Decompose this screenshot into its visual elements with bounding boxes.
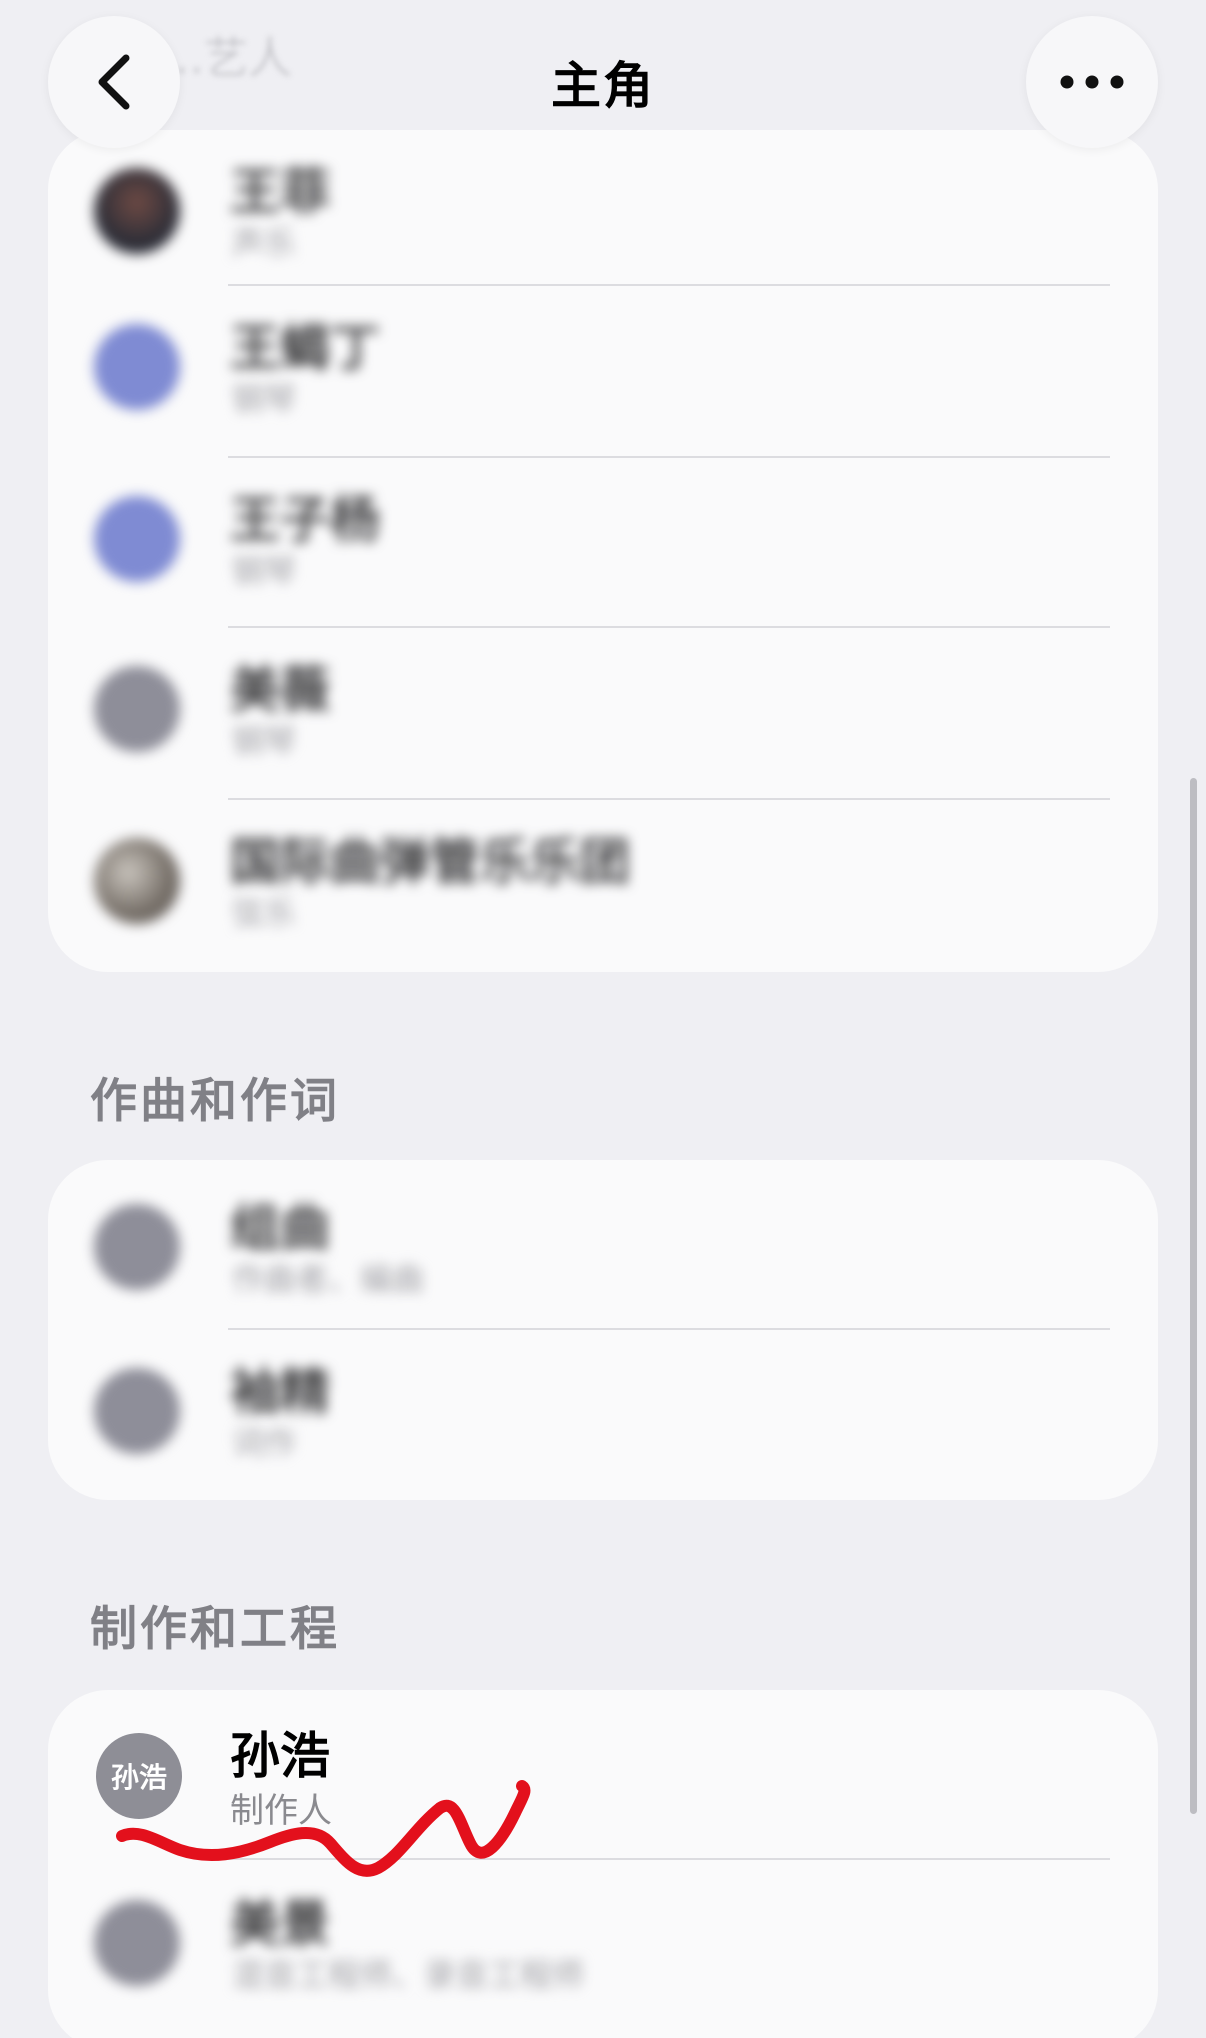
list-item[interactable]: 组曲 作曲者、编曲	[48, 1160, 1158, 1328]
artist-role: 钢琴	[232, 552, 297, 590]
section-header: 制作和工程	[90, 1602, 340, 1657]
artist-name: 美薇	[230, 661, 330, 719]
list-item[interactable]: 王子杨 钢琴	[48, 458, 1158, 628]
artist-role: 混音工程师、录音工程师	[232, 1956, 585, 1994]
artist-role: 钢琴	[232, 722, 297, 760]
list-item[interactable]: 王蝎丁 钢琴	[48, 286, 1158, 456]
avatar	[94, 1900, 180, 1986]
scrollbar[interactable]	[1190, 778, 1197, 1814]
artist-name: 王子杨	[230, 491, 380, 549]
ellipsis-icon	[1060, 75, 1124, 89]
artist-name: 美景	[230, 1895, 330, 1953]
artist-role: 弦乐	[232, 894, 297, 932]
red-scribble-annotation	[116, 1780, 531, 1877]
artist-name: 袖精	[230, 1363, 330, 1421]
artist-name: 组曲	[230, 1199, 330, 1257]
list-item[interactable]: 王菲 声乐	[48, 130, 1158, 284]
list-item[interactable]: 美薇 钢琴	[48, 628, 1158, 798]
artist-name: 国际曲弹管乐乐团	[230, 833, 630, 891]
avatar	[94, 496, 180, 582]
composers-card: 组曲 作曲者、编曲 袖精 词作	[48, 1160, 1158, 1500]
avatar	[94, 168, 180, 254]
avatar	[94, 1204, 180, 1290]
artist-role: 词作	[232, 1424, 297, 1462]
artist-role: 声乐	[232, 224, 297, 262]
avatar	[94, 666, 180, 752]
avatar	[94, 324, 180, 410]
avatar	[94, 1368, 180, 1454]
artist-name: 王菲	[230, 163, 330, 221]
list-item[interactable]: 袖精 词作	[48, 1330, 1158, 1500]
artist-role: 作曲者、编曲	[232, 1260, 425, 1298]
section-header: 作曲和作词	[90, 1074, 340, 1129]
list-item[interactable]: 国际曲弹管乐乐团 弦乐	[48, 800, 1158, 972]
performers-card: 王菲 声乐 王蝎丁 钢琴 王子杨 钢琴 美薇 钢琴 国际曲弹管乐乐团 弦乐	[48, 130, 1158, 972]
more-button[interactable]	[1026, 16, 1158, 148]
artist-role: 钢琴	[232, 380, 297, 418]
avatar	[94, 838, 180, 924]
artist-name: 王蝎丁	[230, 319, 380, 377]
